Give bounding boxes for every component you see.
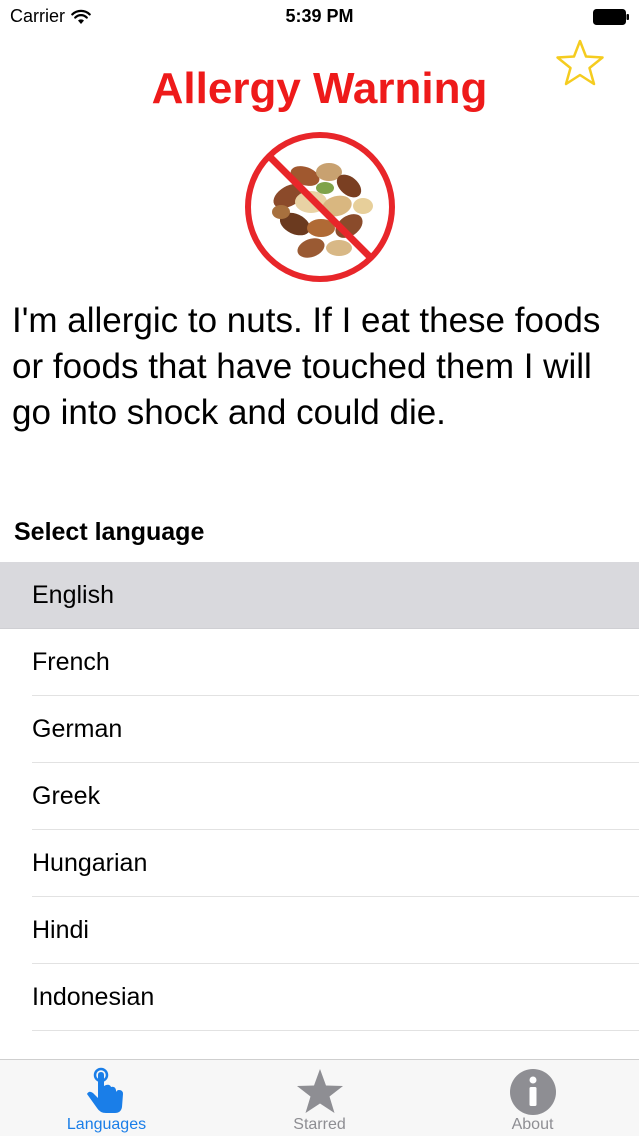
tab-about[interactable]: About bbox=[426, 1060, 639, 1136]
language-list: English French German Greek Hungarian Hi… bbox=[0, 562, 639, 1031]
tab-bar: Languages Starred About bbox=[0, 1059, 639, 1136]
language-label: German bbox=[32, 715, 123, 743]
tab-label: About bbox=[511, 1116, 554, 1133]
page-title: Allergy Warning bbox=[151, 64, 488, 113]
tab-label: Languages bbox=[66, 1116, 147, 1133]
language-item-indonesian[interactable]: Indonesian bbox=[32, 964, 639, 1031]
info-icon bbox=[509, 1069, 556, 1115]
language-item-german[interactable]: German bbox=[32, 696, 639, 763]
star-icon[interactable] bbox=[555, 38, 605, 88]
language-label: Hungarian bbox=[32, 849, 148, 877]
language-item-hungarian[interactable]: Hungarian bbox=[32, 830, 639, 897]
language-label: French bbox=[32, 648, 110, 676]
allergy-message: I'm allergic to nuts. If I eat these foo… bbox=[12, 301, 601, 432]
language-item-english[interactable]: English bbox=[0, 562, 639, 629]
star-icon bbox=[296, 1069, 343, 1113]
status-bar: Carrier 5:39 PM bbox=[0, 0, 639, 36]
language-label: Greek bbox=[32, 782, 101, 810]
tab-languages[interactable]: Languages bbox=[0, 1060, 213, 1136]
select-language-header: Select language bbox=[14, 518, 205, 546]
tap-hand-icon bbox=[86, 1067, 123, 1113]
no-nuts-image bbox=[245, 132, 395, 282]
language-item-hindi[interactable]: Hindi bbox=[32, 897, 639, 964]
tab-label: Starred bbox=[293, 1116, 346, 1133]
battery-icon bbox=[593, 9, 629, 25]
language-label: English bbox=[32, 581, 114, 609]
language-label: Hindi bbox=[32, 916, 89, 944]
language-item-greek[interactable]: Greek bbox=[32, 763, 639, 830]
language-item-french[interactable]: French bbox=[32, 629, 639, 696]
language-label: Indonesian bbox=[32, 983, 155, 1011]
tab-starred[interactable]: Starred bbox=[213, 1060, 426, 1136]
status-time: 5:39 PM bbox=[285, 6, 354, 26]
